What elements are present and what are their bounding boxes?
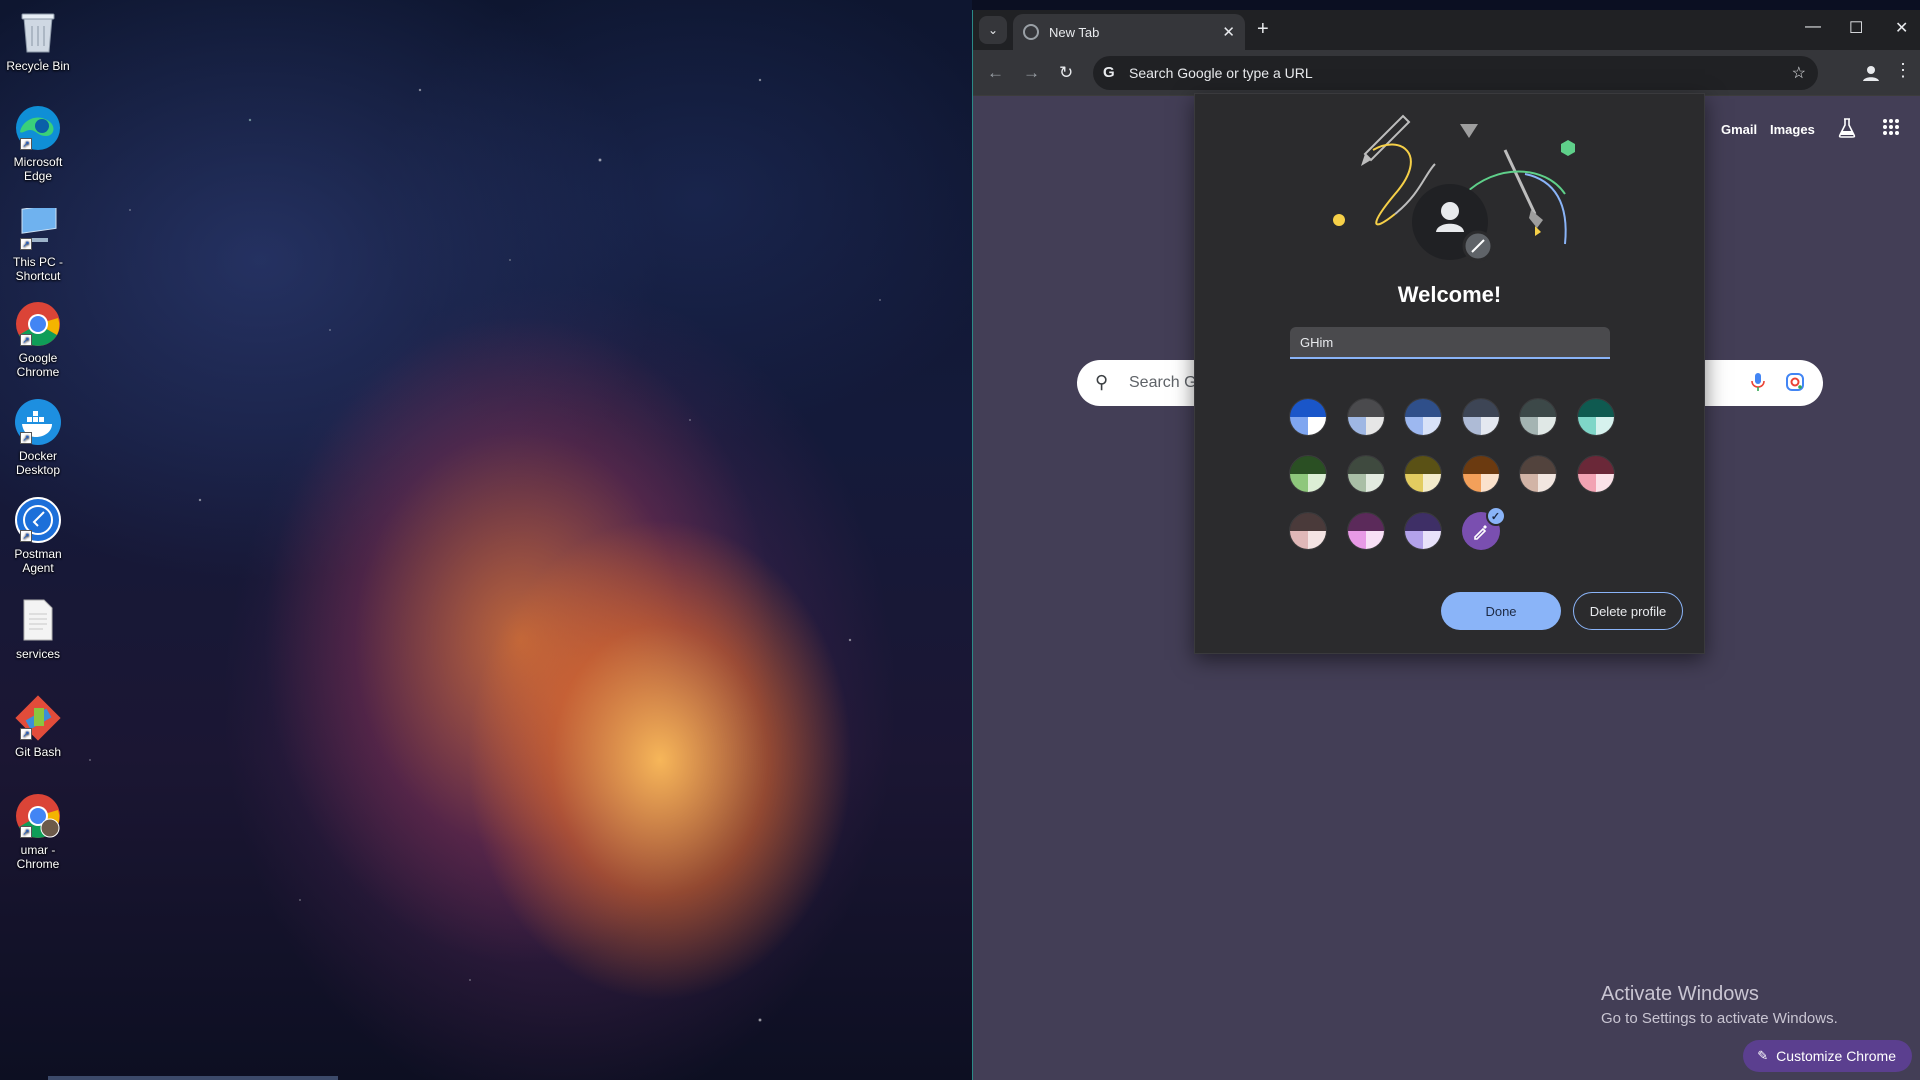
activate-windows-watermark: Activate Windows Go to Settings to activ… bbox=[1601, 983, 1838, 1027]
color-swatch-9[interactable] bbox=[1404, 455, 1442, 493]
shortcut-arrow-icon: ↗ bbox=[20, 334, 32, 346]
maximize-button[interactable]: ☐ bbox=[1849, 18, 1863, 38]
color-swatch-grid: ✓ bbox=[1289, 398, 1615, 550]
delete-profile-button[interactable]: Delete profile bbox=[1573, 592, 1683, 630]
starfield bbox=[0, 0, 972, 1080]
docker-icon: ↗ bbox=[14, 398, 62, 446]
desktop-icon-services[interactable]: services bbox=[4, 596, 72, 661]
color-swatch-8[interactable] bbox=[1346, 455, 1385, 493]
desktop-icon-label: services bbox=[15, 647, 60, 661]
customize-chrome-label: Customize Chrome bbox=[1776, 1048, 1896, 1064]
postman-icon: ↗ bbox=[14, 496, 62, 544]
desktop-icon-this-pc[interactable]: ↗ This PC - Shortcut bbox=[4, 204, 72, 283]
color-swatch-4[interactable] bbox=[1461, 398, 1500, 436]
shortcut-arrow-icon: ↗ bbox=[20, 238, 32, 250]
git-icon: ↗ bbox=[14, 694, 62, 742]
desktop-icon-label: umar - Chrome bbox=[16, 843, 60, 871]
profile-customization-dialog: Welcome! ✓ Done Delete profile bbox=[1194, 93, 1705, 654]
color-swatch-1[interactable] bbox=[1289, 398, 1327, 436]
color-swatch-14[interactable] bbox=[1346, 512, 1385, 550]
tab-title: New Tab bbox=[1049, 24, 1100, 40]
desktop-icon-label: Microsoft Edge bbox=[13, 155, 63, 183]
pencil-icon: ✎ bbox=[1757, 1048, 1769, 1063]
shortcut-arrow-icon: ↗ bbox=[20, 826, 32, 838]
selected-check-icon: ✓ bbox=[1485, 506, 1506, 526]
close-tab-icon[interactable]: ✕ bbox=[1222, 23, 1235, 41]
desktop-icon-chrome[interactable]: ↗ Google Chrome bbox=[4, 300, 72, 379]
minimize-button[interactable]: — bbox=[1805, 18, 1821, 36]
welcome-title: Welcome! bbox=[1397, 282, 1502, 307]
desktop-icon-label: Docker Desktop bbox=[15, 449, 61, 477]
tab-search-button[interactable]: ⌄ bbox=[979, 16, 1007, 44]
labs-flask-icon[interactable] bbox=[1838, 118, 1856, 143]
custom-color-picker[interactable]: ✓ bbox=[1461, 506, 1506, 550]
search-icon: ⚲ bbox=[1095, 372, 1109, 392]
apps-grid-icon[interactable] bbox=[1882, 118, 1900, 141]
chrome-profile-icon: ↗ bbox=[14, 792, 62, 840]
desktop-icon-label: Google Chrome bbox=[16, 351, 60, 379]
close-window-button[interactable]: ✕ bbox=[1895, 18, 1908, 38]
shortcut-arrow-icon: ↗ bbox=[20, 432, 32, 444]
text-file-icon bbox=[14, 596, 62, 644]
chrome-favicon-icon bbox=[1023, 24, 1039, 40]
images-link[interactable]: Images bbox=[1770, 122, 1815, 137]
tab-strip: ⌄ New Tab ✕ + — ☐ ✕ bbox=[973, 10, 1920, 50]
shortcut-arrow-icon: ↗ bbox=[20, 728, 32, 740]
reload-button[interactable]: ↻ bbox=[1059, 63, 1073, 83]
desktop-icon-label: Recycle Bin bbox=[6, 59, 70, 73]
shortcut-arrow-icon: ↗ bbox=[20, 530, 32, 542]
desktop-icon-edge[interactable]: ↗ Microsoft Edge bbox=[4, 104, 72, 183]
recycle-bin-icon bbox=[14, 8, 62, 56]
color-swatch-11[interactable] bbox=[1519, 455, 1557, 493]
profile-name-input[interactable] bbox=[1290, 327, 1610, 359]
chevron-down-icon: ⌄ bbox=[987, 23, 999, 37]
gmail-link[interactable]: Gmail bbox=[1721, 122, 1757, 137]
omnibox-placeholder: Search Google or type a URL bbox=[1129, 65, 1313, 81]
desktop-wallpaper bbox=[0, 0, 972, 1080]
ntp-search-placeholder: Search G bbox=[1129, 374, 1197, 391]
taskbar-edge bbox=[48, 1076, 338, 1080]
color-swatch-7[interactable] bbox=[1289, 455, 1327, 493]
color-swatch-10[interactable] bbox=[1461, 455, 1500, 493]
computer-icon: ↗ bbox=[14, 204, 62, 252]
desktop-icon-label: This PC - Shortcut bbox=[12, 255, 63, 283]
forward-button[interactable]: → bbox=[1023, 63, 1040, 83]
color-swatch-6[interactable] bbox=[1576, 398, 1615, 436]
activate-windows-title: Activate Windows bbox=[1601, 983, 1759, 1005]
tab-new-tab[interactable]: New Tab ✕ bbox=[1013, 14, 1245, 50]
google-g-icon: G bbox=[1103, 64, 1115, 81]
back-button[interactable]: ← bbox=[987, 63, 1004, 83]
edge-icon: ↗ bbox=[14, 104, 62, 152]
desktop-icon-recycle-bin[interactable]: Recycle Bin bbox=[4, 8, 72, 73]
customize-chrome-button[interactable]: ✎ Customize Chrome bbox=[1743, 1040, 1912, 1072]
voice-search-icon[interactable] bbox=[1751, 372, 1765, 397]
shortcut-arrow-icon: ↗ bbox=[20, 138, 32, 150]
omnibox[interactable]: G Search Google or type a URL ☆ bbox=[1093, 56, 1818, 90]
chrome-menu-button[interactable]: ⋮ bbox=[1894, 60, 1912, 81]
welcome-illustration bbox=[1333, 114, 1575, 262]
eyedropper-icon bbox=[1473, 525, 1487, 540]
color-swatch-5[interactable] bbox=[1519, 398, 1557, 436]
color-swatch-15[interactable] bbox=[1404, 512, 1442, 550]
color-swatch-13[interactable] bbox=[1289, 512, 1327, 550]
new-tab-button[interactable]: + bbox=[1257, 18, 1269, 41]
person-icon bbox=[1863, 66, 1879, 81]
desktop-icon-label: Git Bash bbox=[14, 745, 62, 759]
desktop-icon-umar-chrome[interactable]: ↗ umar - Chrome bbox=[4, 792, 72, 871]
color-swatch-12[interactable] bbox=[1576, 455, 1615, 493]
profile-button[interactable] bbox=[1860, 62, 1882, 84]
desktop-icon-docker[interactable]: ↗ Docker Desktop bbox=[4, 398, 72, 477]
chrome-icon: ↗ bbox=[14, 300, 62, 348]
desktop-icon-postman[interactable]: ↗ Postman Agent bbox=[4, 496, 72, 575]
color-swatch-2[interactable] bbox=[1346, 398, 1385, 436]
desktop-icon-label: Postman Agent bbox=[14, 547, 62, 575]
activate-windows-subtitle: Go to Settings to activate Windows. bbox=[1601, 1010, 1838, 1027]
color-swatch-3[interactable] bbox=[1404, 398, 1442, 436]
bookmark-star-icon[interactable]: ☆ bbox=[1792, 63, 1806, 83]
google-lens-icon[interactable] bbox=[1785, 372, 1805, 397]
desktop-icon-git-bash[interactable]: ↗ Git Bash bbox=[4, 694, 72, 759]
done-button[interactable]: Done bbox=[1441, 592, 1561, 630]
toolbar: ← → ↻ G Search Google or type a URL ☆ ⋮ bbox=[973, 50, 1920, 96]
